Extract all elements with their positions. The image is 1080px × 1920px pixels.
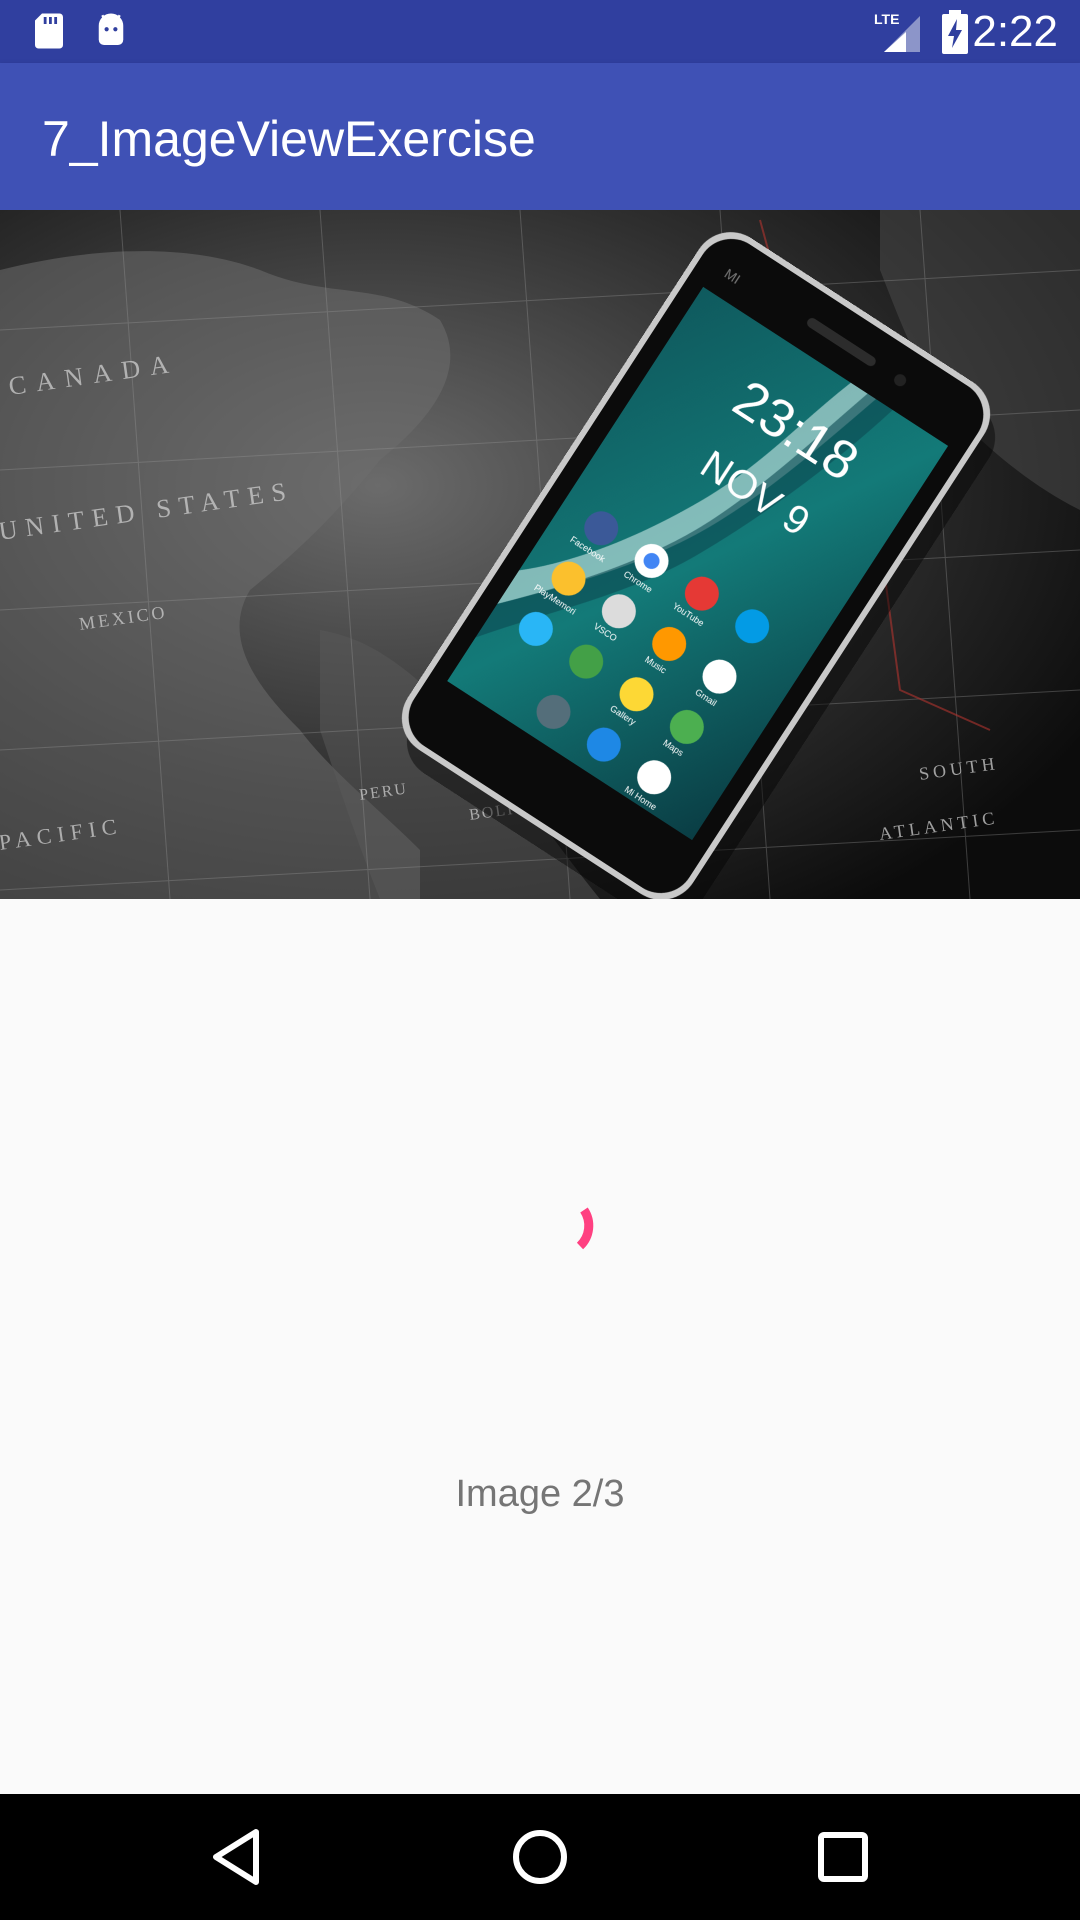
status-time: 2:22 [972, 7, 1058, 56]
battery-charging-icon [942, 10, 968, 54]
loading-spinner-icon [576, 1207, 594, 1250]
phone-on-map-photo: CANADA UNITED STATES MEXICO PACIFIC PERU… [0, 210, 1080, 899]
svg-text:LTE: LTE [874, 11, 899, 27]
back-icon[interactable] [204, 1824, 270, 1890]
app-bar: 7_ImageViewExercise [0, 63, 1080, 210]
recents-icon[interactable] [810, 1824, 876, 1890]
home-icon[interactable] [507, 1824, 573, 1890]
app-title: 7_ImageViewExercise [42, 111, 536, 167]
screen: LTE 2:22 7_ImageViewExercise CANADA UNIT… [0, 0, 1080, 1920]
lte-signal-icon: LTE [874, 11, 920, 52]
sd-card-icon [35, 13, 63, 49]
status-bar: LTE 2:22 [0, 0, 1080, 63]
image-view[interactable]: CANADA UNITED STATES MEXICO PACIFIC PERU… [0, 210, 1080, 899]
android-icon [98, 13, 124, 45]
image-counter-label: Image 2/3 [455, 1473, 625, 1515]
navigation-bar [0, 1794, 1080, 1920]
